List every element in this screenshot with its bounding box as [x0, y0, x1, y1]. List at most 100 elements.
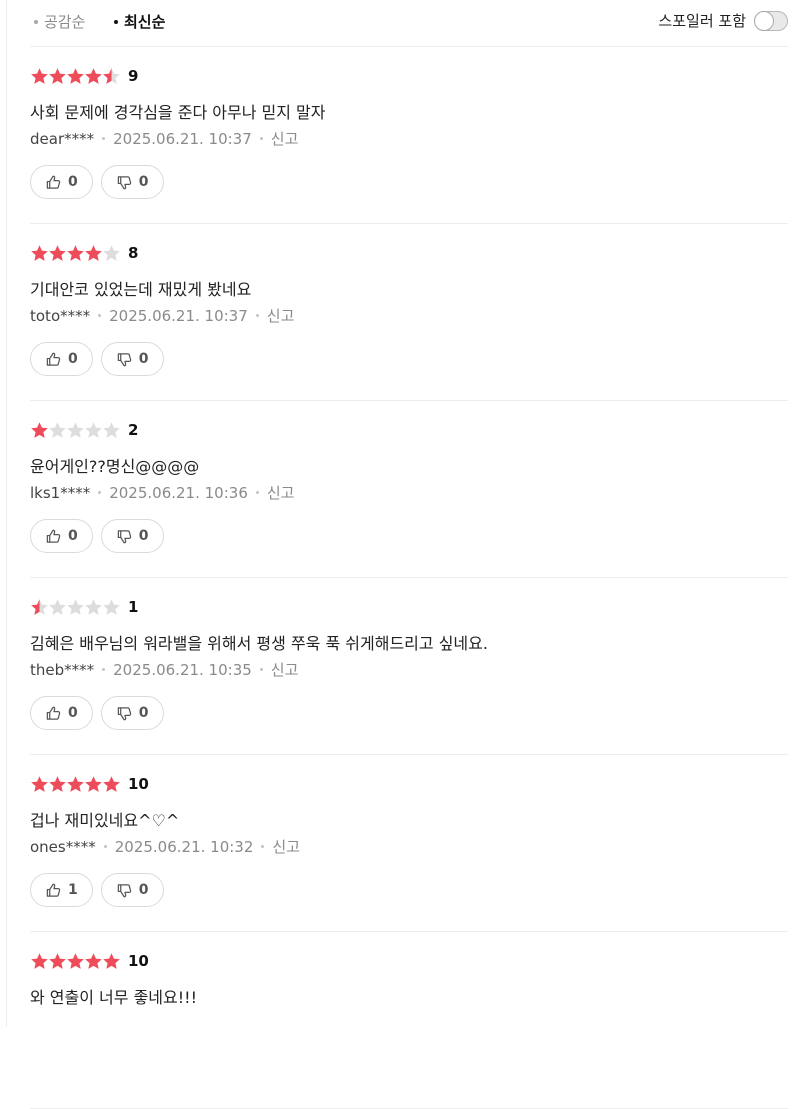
- rating-row: 10: [30, 952, 149, 970]
- like-count: 0: [68, 351, 78, 367]
- sort-latest-label: 최신순: [124, 13, 166, 31]
- separator-dot: [259, 668, 263, 671]
- thumbs-up-icon: [46, 529, 61, 543]
- star-icon: [31, 245, 48, 261]
- reaction-buttons: 0 0: [30, 519, 172, 553]
- reaction-buttons: 0 0: [30, 165, 172, 199]
- reaction-buttons: 0 0: [30, 696, 172, 730]
- star-icon: [67, 68, 84, 84]
- star-rating: [30, 421, 120, 439]
- dislike-button[interactable]: 0: [100, 696, 164, 730]
- review-item: 8 기대안코 있었는데 재밌게 봤네요 toto**** 2025.06.21.…: [30, 224, 788, 401]
- review-date: 2025.06.21. 10:36: [109, 483, 248, 502]
- separator-dot: [98, 491, 102, 494]
- star-icon: [31, 953, 48, 969]
- review-text: 사회 문제에 경각심을 준다 아무나 믿지 말자: [30, 103, 326, 122]
- star-icon: [85, 245, 102, 261]
- like-button[interactable]: 0: [30, 519, 93, 553]
- reaction-buttons: 0 0: [30, 342, 172, 376]
- report-link[interactable]: 신고: [271, 128, 299, 149]
- separator-dot: [98, 314, 102, 317]
- star-icon: [85, 68, 102, 84]
- star-icon: [31, 68, 48, 84]
- review-author: ones****: [30, 837, 96, 856]
- rating-row: 8: [30, 244, 138, 262]
- star-icon: [49, 68, 66, 84]
- star-icon: [49, 776, 66, 792]
- review-author: theb****: [30, 660, 95, 679]
- sort-popular-option[interactable]: 공감순: [34, 11, 85, 32]
- thumbs-up-icon: [46, 352, 61, 366]
- like-button[interactable]: 0: [30, 165, 93, 199]
- star-icon: [103, 776, 120, 792]
- report-link[interactable]: 신고: [271, 659, 299, 680]
- sort-popular-label: 공감순: [44, 13, 86, 31]
- rating-score: 2: [128, 421, 139, 439]
- dislike-button[interactable]: 0: [100, 342, 164, 376]
- review-text: 김혜은 배우님의 워라밸을 위해서 평생 쭈욱 푹 쉬게해드리고 싶네요.: [30, 634, 488, 653]
- review-meta: toto**** 2025.06.21. 10:37 신고: [30, 305, 294, 326]
- separator-dot: [259, 137, 263, 140]
- review-text: 와 연출이 너무 좋네요!!!: [30, 988, 197, 1007]
- dislike-button[interactable]: 0: [100, 873, 164, 907]
- thumbs-down-icon: [117, 352, 131, 366]
- star-icon: [67, 776, 84, 792]
- star-rating: [30, 67, 120, 85]
- review-item: 1 김혜은 배우님의 워라밸을 위해서 평생 쭈욱 푹 쉬게해드리고 싶네요. …: [30, 578, 788, 755]
- review-item: 9 사회 문제에 경각심을 준다 아무나 믿지 말자 dear**** 2025…: [30, 47, 788, 224]
- review-text: 윤어게인??명신@@@@: [30, 457, 200, 476]
- thumbs-up-icon: [46, 175, 61, 189]
- star-icon: [67, 422, 84, 438]
- star-icon: [31, 422, 48, 438]
- star-icon: [67, 599, 84, 615]
- separator-dot: [255, 314, 259, 317]
- report-link[interactable]: 신고: [267, 482, 295, 503]
- report-link[interactable]: 신고: [272, 836, 300, 857]
- rating-score: 9: [128, 67, 139, 85]
- like-count: 0: [68, 528, 78, 544]
- star-icon: [49, 599, 66, 615]
- star-icon: [49, 953, 66, 969]
- separator-dot: [261, 845, 265, 848]
- rating-row: 10: [30, 775, 149, 793]
- report-link[interactable]: 신고: [267, 305, 295, 326]
- review-text: 겁나 재미있네요^♡^: [30, 811, 180, 830]
- like-button[interactable]: 0: [30, 696, 93, 730]
- dislike-count: 0: [138, 528, 149, 544]
- thumbs-up-icon: [46, 706, 61, 720]
- left-border: [6, 0, 7, 1027]
- toggle-knob: [754, 10, 774, 31]
- review-text: 기대안코 있었는데 재밌게 봤네요: [30, 280, 252, 299]
- star-icon: [85, 953, 102, 969]
- star-icon: [85, 776, 102, 792]
- dislike-count: 0: [138, 705, 149, 721]
- review-date: 2025.06.21. 10:35: [113, 660, 252, 679]
- star-icon: [49, 245, 66, 261]
- like-button[interactable]: 0: [30, 342, 93, 376]
- separator-dot: [102, 668, 106, 671]
- spoiler-toggle[interactable]: [754, 10, 788, 31]
- separator-dot: [103, 845, 107, 848]
- like-count: 1: [68, 882, 78, 898]
- review-item: 10 겁나 재미있네요^♡^ ones**** 2025.06.21. 10:3…: [30, 755, 788, 932]
- like-button[interactable]: 1: [30, 873, 93, 907]
- review-author: toto****: [30, 306, 91, 325]
- star-rating: [30, 244, 120, 262]
- rating-score: 10: [128, 952, 149, 970]
- star-icon: [31, 776, 48, 792]
- review-date: 2025.06.21. 10:32: [114, 837, 254, 856]
- dislike-count: 0: [138, 882, 149, 898]
- rating-row: 9: [30, 67, 138, 85]
- dislike-button[interactable]: 0: [100, 519, 164, 553]
- thumbs-down-icon: [117, 883, 131, 897]
- star-icon: [103, 599, 120, 615]
- sort-latest-option[interactable]: 최신순: [114, 11, 165, 32]
- thumbs-down-icon: [117, 175, 131, 189]
- review-meta: ones**** 2025.06.21. 10:32 신고: [30, 836, 300, 857]
- rating-score: 10: [128, 775, 149, 793]
- star-rating: [30, 775, 120, 793]
- dislike-button[interactable]: 0: [100, 165, 164, 199]
- rating-row: 2: [30, 421, 138, 439]
- star-icon: [85, 599, 102, 615]
- review-date: 2025.06.21. 10:37: [113, 129, 252, 148]
